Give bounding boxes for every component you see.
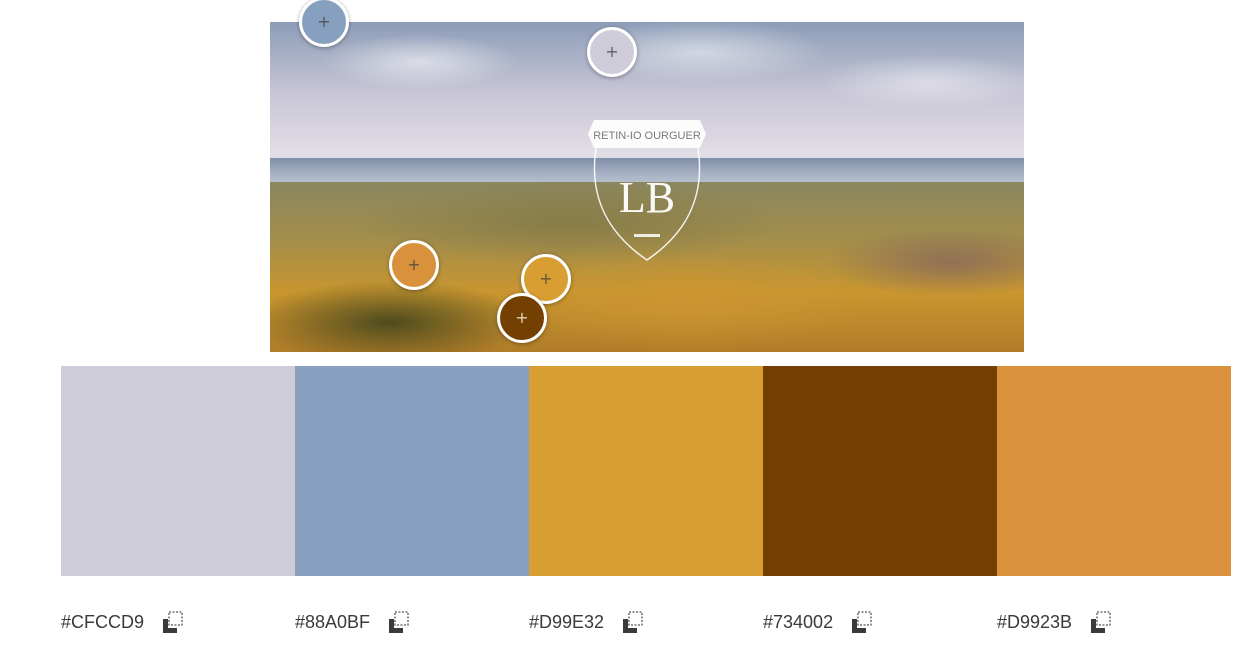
crosshair-icon: + — [407, 255, 421, 274]
copy-icon[interactable] — [160, 609, 186, 635]
crosshair-icon: + — [515, 308, 529, 327]
emblem-text: RETIN-IO OURGUER — [593, 130, 701, 142]
swatch[interactable] — [61, 366, 295, 576]
crosshair-icon: + — [317, 12, 331, 31]
hex-code[interactable]: #D99E32 — [529, 612, 604, 633]
swatch[interactable] — [997, 366, 1231, 576]
swatch-label: #734002 — [763, 604, 997, 640]
color-picker-handle[interactable]: + — [587, 27, 637, 77]
swatch-labels: #CFCCD9 #88A0BF #D99E32 #734002 #D9923B — [61, 604, 1231, 640]
swatch-label: #88A0BF — [295, 604, 529, 640]
logo-emblem: RETIN-IO OURGUER LB — [588, 120, 706, 261]
copy-icon[interactable] — [1088, 609, 1114, 635]
color-picker-handle[interactable]: + — [497, 293, 547, 343]
emblem-monogram: LB — [619, 173, 675, 222]
hex-code[interactable]: #D9923B — [997, 612, 1072, 633]
swatch[interactable] — [529, 366, 763, 576]
copy-icon[interactable] — [386, 609, 412, 635]
swatch-label: #CFCCD9 — [61, 604, 295, 640]
hex-code[interactable]: #734002 — [763, 612, 833, 633]
crosshair-icon: + — [539, 269, 553, 288]
swatch-label: #D99E32 — [529, 604, 763, 640]
crosshair-icon: + — [605, 42, 619, 61]
copy-icon[interactable] — [620, 609, 646, 635]
hex-code[interactable]: #CFCCD9 — [61, 612, 144, 633]
color-swatches — [61, 366, 1231, 576]
source-image: RETIN-IO OURGUER LB — [270, 22, 1024, 352]
copy-icon[interactable] — [849, 609, 875, 635]
color-picker-handle[interactable]: + — [389, 240, 439, 290]
swatch[interactable] — [763, 366, 997, 576]
hex-code[interactable]: #88A0BF — [295, 612, 370, 633]
swatch-label: #D9923B — [997, 604, 1231, 640]
swatch[interactable] — [295, 366, 529, 576]
